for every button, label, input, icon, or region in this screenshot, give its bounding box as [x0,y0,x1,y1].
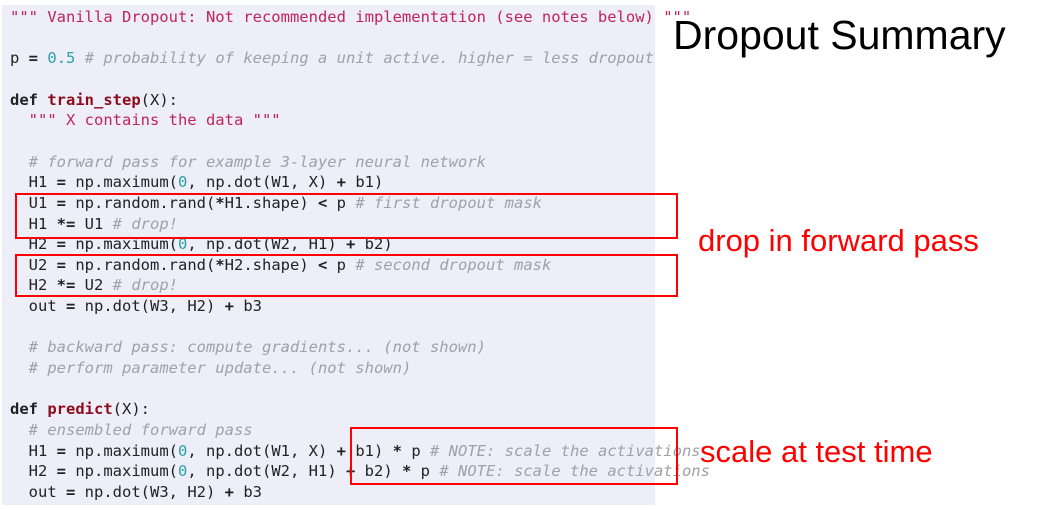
operator-token: + [224,482,234,501]
comment-token: # probability of keeping a unit active. … [84,49,654,68]
number-token: 0 [178,173,188,192]
code-token: b3 [234,482,262,501]
code-token: np.maximum( [66,173,178,192]
code-line: out = np.dot(W3, H2) + b3 [10,296,262,317]
code-token: H2 [10,462,57,481]
number-token: 0.5 [47,49,76,68]
comment-token: # backward pass: compute gradients... (n… [28,338,486,357]
code-token: np.dot(W3, H2) [75,482,225,501]
code-token: (X): [112,400,150,419]
code-token: out [10,482,66,501]
code-token: np.dot(W3, H2) [75,297,225,316]
code-line: """ X contains the data """ [10,110,281,131]
number-token: 0 [178,462,188,481]
operator-token: = [66,297,76,316]
comment-token: # ensembled forward pass [28,421,253,439]
code-line: def predict(X): [10,399,150,420]
string-token: """ X contains the data """ [28,111,281,130]
operator-token: = [28,49,39,68]
test-scale-highlight-box [350,427,678,485]
code-line: def train_step(X): [10,90,178,111]
code-token: b3 [234,297,262,316]
code-line: """ Vanilla Dropout: Not recommended imp… [10,7,691,28]
comment-token: # perform parameter update... (not shown… [28,359,412,378]
operator-token: + [336,441,346,460]
code-token: np.maximum( [66,441,178,460]
code-line: H1 = np.maximum(0, np.dot(W1, X) + b1) [10,172,384,193]
keyword-token: def [10,400,38,419]
string-token: """ Vanilla Dropout: Not recommended imp… [10,8,692,26]
code-line: # perform parameter update... (not shown… [10,358,412,379]
code-token: out [10,297,66,316]
operator-token: + [336,173,346,192]
operator-token: = [66,482,76,501]
operator-token: = [56,173,67,192]
comment-token: # forward pass for example 3-layer neura… [28,152,486,171]
operator-token: = [56,441,67,460]
number-token: 0 [178,441,188,460]
code-line: # forward pass for example 3-layer neura… [10,152,486,173]
function-name-token: predict [47,400,113,419]
code-token: p [10,49,29,68]
code-token: np.maximum( [66,462,178,481]
keyword-token: def [10,90,38,109]
code-token: , np.dot(W1, X) [187,173,337,192]
code-token: H1 [10,441,57,460]
function-name-token: train_step [47,90,141,109]
code-token: (X): [140,90,178,109]
slide-title: Dropout Summary [673,12,1006,58]
forward-dropout-highlight-box-1 [15,193,678,239]
forward-dropout-highlight-box-2 [15,254,678,297]
test-time-annotation: scale at test time [700,434,933,469]
operator-token: = [56,462,67,481]
code-token: b1) [346,173,384,192]
operator-token: + [224,297,234,316]
code-token: , np.dot(W1, X) [187,441,337,460]
forward-pass-annotation: drop in forward pass [698,223,979,258]
code-line: # ensembled forward pass [10,420,253,441]
code-line: p = 0.5 # probability of keeping a unit … [10,48,654,69]
code-line: out = np.dot(W3, H2) + b3 [10,482,262,503]
code-token: H1 [10,173,57,192]
code-line: # backward pass: compute gradients... (n… [10,337,486,358]
code-token: , np.dot(W2, H1) [187,462,346,481]
